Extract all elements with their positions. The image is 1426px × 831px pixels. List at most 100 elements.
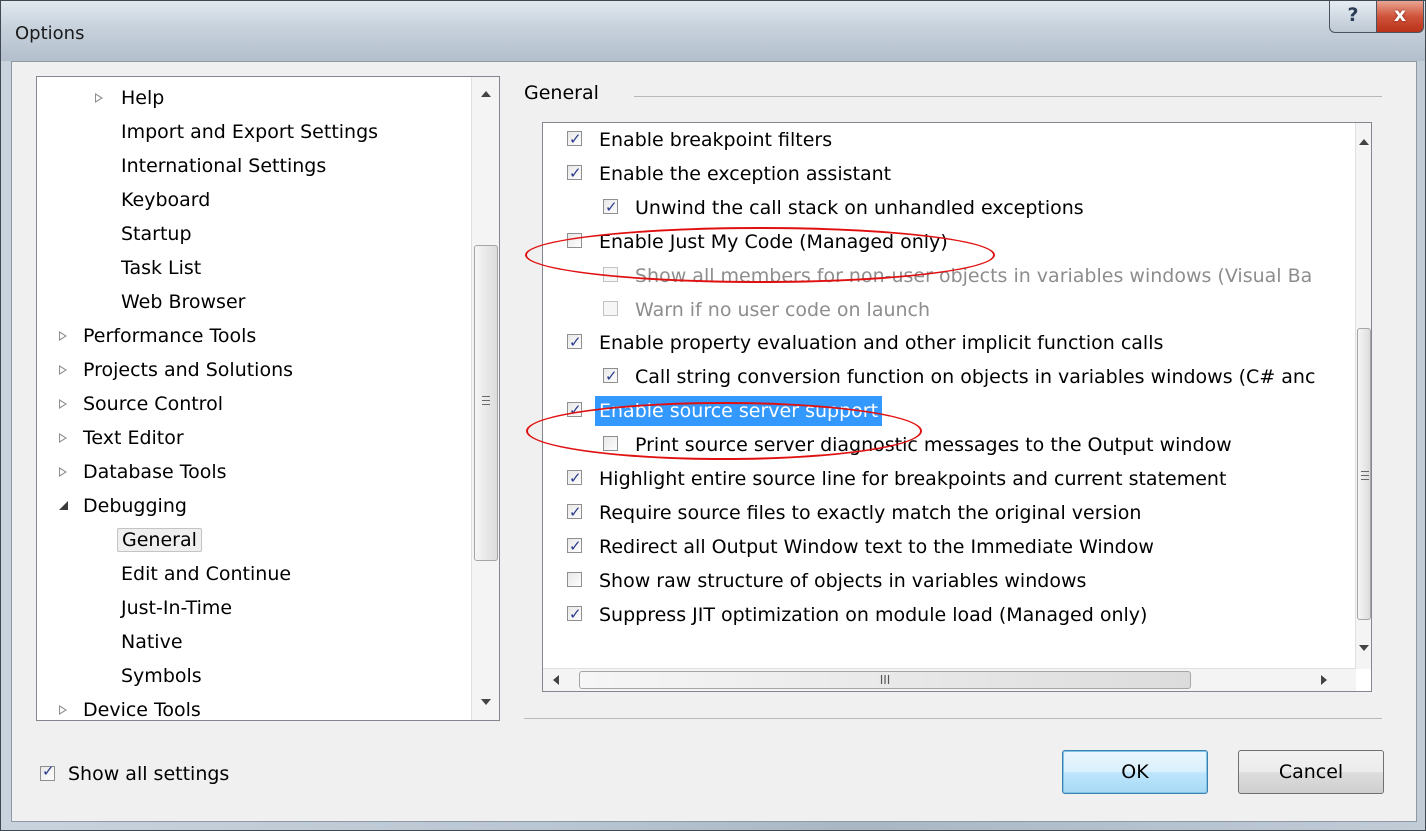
tree-item[interactable]: Just-In-Time [117, 591, 236, 625]
collapsed-arrow-icon[interactable] [59, 705, 67, 715]
tree-item[interactable]: Database Tools [59, 455, 231, 489]
option-label: Require source files to exactly match th… [599, 502, 1142, 524]
tree-item[interactable]: Device Tools [59, 693, 205, 720]
tree-item-label: International Settings [121, 155, 327, 177]
option-row[interactable]: Enable source server support [567, 395, 1327, 426]
checkbox-icon[interactable] [603, 436, 618, 451]
tree-item[interactable]: International Settings [117, 149, 330, 183]
tree-item[interactable]: Source Control [59, 387, 227, 421]
checkbox-icon[interactable] [567, 327, 582, 357]
collapsed-arrow-icon[interactable] [59, 331, 67, 341]
checkbox-icon[interactable] [567, 233, 582, 248]
grip-icon [1361, 471, 1369, 472]
tree-item-label: Symbols [121, 665, 202, 687]
tree-item[interactable]: Import and Export Settings [117, 115, 382, 149]
option-row[interactable]: Warn if no user code on launch [603, 295, 1363, 325]
grip-icon [482, 400, 490, 401]
tree-item-label: General [117, 528, 202, 552]
tree-item[interactable]: Edit and Continue [117, 557, 295, 591]
option-row[interactable]: Require source files to exactly match th… [567, 497, 1327, 528]
options-tree[interactable]: Help Import and Export Settings Internatio… [36, 76, 500, 721]
tree-item-label: Debugging [83, 495, 187, 517]
option-row[interactable]: Enable the exception assistant [567, 158, 1327, 189]
tree-item[interactable]: Task List [117, 251, 205, 285]
checkbox-icon[interactable] [603, 301, 618, 316]
group-divider [634, 96, 1382, 97]
option-label: Highlight entire source line for breakpo… [599, 468, 1227, 490]
option-row[interactable]: Call string conversion function on objec… [603, 361, 1363, 392]
tree-item[interactable]: Help [95, 81, 168, 115]
scroll-down-icon[interactable] [481, 699, 491, 705]
title-bar: Options ? x [1, 1, 1425, 61]
tree-item[interactable]: Keyboard [117, 183, 214, 217]
option-row[interactable]: Unwind the call stack on unhandled excep… [603, 192, 1363, 223]
option-row[interactable]: Show all members for non-user objects in… [603, 261, 1363, 291]
close-button[interactable]: x [1376, 1, 1424, 33]
tree-item[interactable]: General [117, 523, 202, 557]
tree-item[interactable]: Web Browser [117, 285, 249, 319]
scroll-down-icon[interactable] [1359, 645, 1369, 651]
collapsed-arrow-icon[interactable] [59, 399, 67, 409]
option-row[interactable]: Highlight entire source line for breakpo… [567, 463, 1327, 494]
option-row[interactable]: Enable Just My Code (Managed only) [567, 227, 1327, 257]
option-label: Enable source server support [595, 396, 883, 426]
tree-vertical-scrollbar[interactable] [471, 77, 499, 720]
checkbox-icon[interactable] [603, 361, 618, 391]
collapsed-arrow-icon[interactable] [95, 93, 103, 103]
option-label: Enable Just My Code (Managed only) [599, 231, 948, 253]
scroll-up-icon[interactable] [1359, 139, 1369, 145]
option-row[interactable]: Suppress JIT optimization on module load… [567, 599, 1327, 630]
tree-item[interactable]: Symbols [117, 659, 206, 693]
help-button[interactable]: ? [1329, 1, 1377, 33]
option-label: Suppress JIT optimization on module load… [599, 604, 1148, 626]
tree-item-label: Native [121, 631, 183, 653]
close-icon: x [1393, 4, 1407, 26]
checkbox-icon[interactable] [40, 759, 55, 783]
checkbox-icon[interactable] [567, 572, 582, 587]
checkbox-icon[interactable] [567, 497, 582, 527]
grip-icon [1361, 475, 1369, 476]
tree-item[interactable]: Performance Tools [59, 319, 260, 353]
option-row[interactable]: Print source server diagnostic messages … [603, 430, 1363, 460]
tree-item-label: Performance Tools [83, 325, 257, 347]
tree-item-label: Web Browser [121, 291, 246, 313]
tree-item-label: Source Control [83, 393, 223, 415]
scroll-thumb[interactable]: III [579, 671, 1191, 689]
tree-item[interactable]: Native [117, 625, 187, 659]
scroll-left-icon[interactable] [553, 675, 559, 685]
checkbox-icon[interactable] [567, 158, 582, 188]
tree-item-label: Import and Export Settings [121, 121, 379, 143]
checkbox-icon[interactable] [603, 267, 618, 282]
option-label: Show raw structure of objects in variabl… [599, 570, 1087, 592]
option-row[interactable]: Show raw structure of objects in variabl… [567, 566, 1327, 596]
option-label: Unwind the call stack on unhandled excep… [635, 197, 1084, 219]
checkbox-icon[interactable] [567, 463, 582, 493]
option-label: Enable breakpoint filters [599, 129, 833, 151]
checkbox-icon[interactable] [567, 531, 582, 561]
ok-button[interactable]: OK [1062, 750, 1208, 794]
options-horizontal-scrollbar[interactable]: III [543, 668, 1356, 691]
option-row[interactable]: Enable breakpoint filters [567, 124, 1327, 155]
tree-item[interactable]: Debugging [59, 489, 191, 523]
scroll-thumb[interactable] [474, 245, 498, 561]
collapsed-arrow-icon[interactable] [59, 433, 67, 443]
expanded-arrow-icon[interactable] [59, 501, 68, 510]
collapsed-arrow-icon[interactable] [59, 365, 67, 375]
tree-item-label: Projects and Solutions [83, 359, 294, 381]
scroll-up-icon[interactable] [481, 91, 491, 97]
checkbox-icon[interactable] [567, 124, 582, 154]
checkbox-icon[interactable] [603, 192, 618, 222]
scroll-right-icon[interactable] [1321, 675, 1327, 685]
checkbox-icon[interactable] [567, 395, 582, 425]
cancel-button[interactable]: Cancel [1238, 750, 1384, 794]
general-options-list[interactable]: III Enable breakpoint filters Enable the … [542, 122, 1372, 692]
option-row[interactable]: Redirect all Output Window text to the I… [567, 531, 1327, 562]
tree-item[interactable]: Text Editor [59, 421, 188, 455]
collapsed-arrow-icon[interactable] [59, 467, 67, 477]
option-row[interactable]: Enable property evaluation and other imp… [567, 327, 1327, 358]
dialog-body: Help Import and Export Settings Internatio… [11, 61, 1417, 822]
tree-item[interactable]: Projects and Solutions [59, 353, 297, 387]
tree-item[interactable]: Startup [117, 217, 196, 251]
checkbox-icon[interactable] [567, 599, 582, 629]
group-heading: General [524, 82, 599, 104]
